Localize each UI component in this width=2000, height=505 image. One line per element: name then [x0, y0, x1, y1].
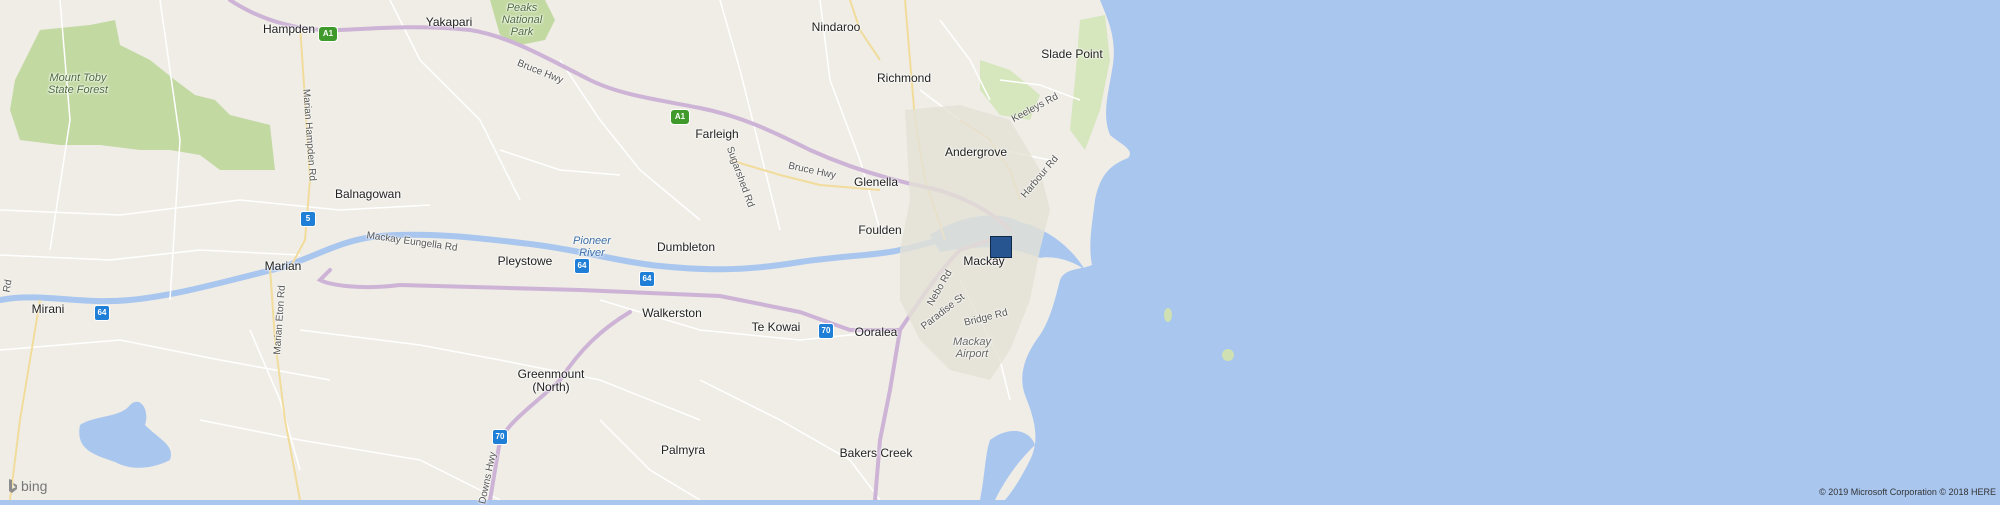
route-shield-64: 64	[639, 271, 655, 287]
location-pin-marker[interactable]	[990, 236, 1012, 258]
place-walkerston[interactable]: Walkerston	[642, 306, 702, 320]
bing-wordmark: bing	[21, 478, 48, 494]
route-shield-a1: A1	[318, 26, 338, 42]
place-foulden[interactable]: Foulden	[858, 223, 901, 237]
park-label-mount-toby: Mount Toby State Forest	[48, 72, 108, 96]
place-pleystowe[interactable]: Pleystowe	[498, 254, 553, 268]
park-label-peaks: Peaks National Park	[501, 2, 543, 38]
place-slade-point[interactable]: Slade Point	[1041, 47, 1102, 61]
place-ooralea[interactable]: Ooralea	[855, 325, 898, 339]
route-shield-64: 64	[574, 258, 590, 274]
place-farleigh[interactable]: Farleigh	[695, 127, 738, 141]
place-greenmount[interactable]: Greenmount (North)	[518, 368, 585, 394]
place-te-kowai[interactable]: Te Kowai	[752, 320, 801, 334]
place-bakers-creek[interactable]: Bakers Creek	[840, 446, 913, 460]
place-marian[interactable]: Marian	[265, 259, 302, 273]
place-yakapari[interactable]: Yakapari	[426, 15, 472, 29]
place-hampden[interactable]: Hampden	[263, 22, 315, 36]
island	[1222, 349, 1234, 361]
place-balnagowan[interactable]: Balnagowan	[335, 187, 401, 201]
place-glenella[interactable]: Glenella	[854, 175, 898, 189]
place-palmyra[interactable]: Palmyra	[661, 443, 705, 457]
map-copyright: © 2019 Microsoft Corporation © 2018 HERE	[1819, 487, 1996, 497]
route-shield-70: 70	[818, 323, 834, 339]
island	[1164, 308, 1172, 322]
bing-logo: bing	[8, 478, 47, 494]
place-dumbleton[interactable]: Dumbleton	[657, 240, 715, 254]
bing-b-icon	[9, 479, 17, 493]
place-nindaroo[interactable]: Nindaroo	[812, 20, 861, 34]
road-label-edge: Rd	[1, 278, 15, 294]
place-richmond[interactable]: Richmond	[877, 71, 931, 85]
route-shield-a1: A1	[670, 109, 690, 125]
water-label-pioneer-river: Pioneer River	[573, 235, 611, 259]
place-mirani[interactable]: Mirani	[32, 302, 65, 316]
route-shield-70: 70	[492, 429, 508, 445]
route-shield-64: 64	[94, 305, 110, 321]
place-andergrove[interactable]: Andergrove	[945, 145, 1007, 159]
route-shield-5: 5	[300, 211, 316, 227]
airport-label-mackay: Mackay Airport	[953, 336, 991, 360]
